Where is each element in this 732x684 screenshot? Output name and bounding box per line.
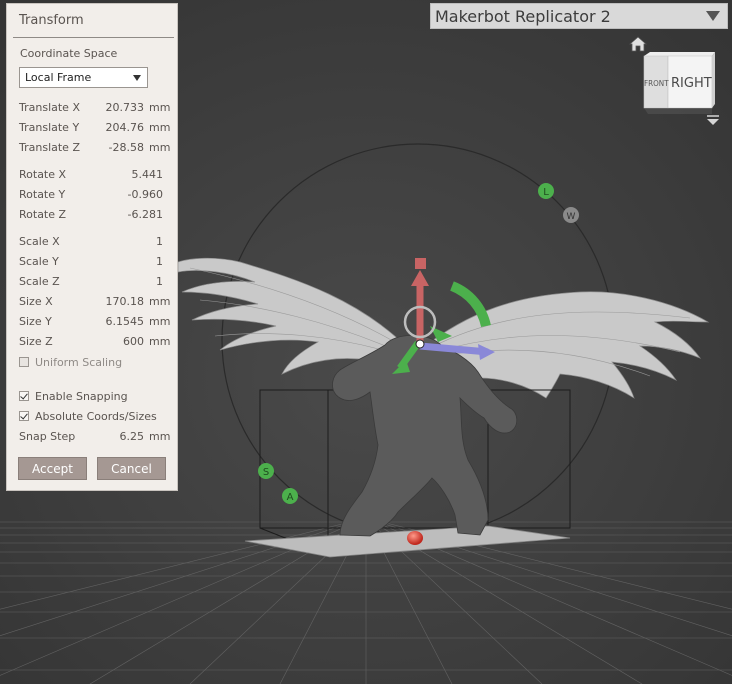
translate-z-field[interactable]: -28.58 bbox=[109, 141, 144, 154]
gizmo-handle-w[interactable]: W bbox=[563, 207, 579, 223]
size-z-field[interactable]: 600 bbox=[123, 335, 144, 348]
printer-select-value: Makerbot Replicator 2 bbox=[435, 6, 611, 26]
size-y-field[interactable]: 6.1545 bbox=[106, 315, 145, 328]
snap-step-unit: mm bbox=[149, 430, 171, 443]
coordinate-space-label: Coordinate Space bbox=[20, 47, 118, 60]
rotate-z-field[interactable]: -6.281 bbox=[128, 208, 163, 221]
gizmo-handle-s[interactable]: S bbox=[258, 463, 274, 479]
size-y-unit: mm bbox=[149, 315, 171, 328]
translate-x-label: Translate X bbox=[19, 101, 80, 114]
enable-snapping-checkbox[interactable]: Enable Snapping bbox=[19, 390, 179, 406]
rotate-y-field[interactable]: -0.960 bbox=[128, 188, 163, 201]
rotate-x-row: Rotate X 5.441 bbox=[19, 168, 169, 184]
panel-title: Transform bbox=[19, 13, 84, 28]
coordinate-space-select[interactable]: Local Frame bbox=[19, 67, 148, 88]
size-z-unit: mm bbox=[149, 335, 171, 348]
size-x-row: Size X 170.18 mm bbox=[19, 295, 171, 311]
coordinate-space-value: Local Frame bbox=[25, 71, 92, 84]
scale-x-label: Scale X bbox=[19, 235, 60, 248]
view-cube-right-label: RIGHT bbox=[671, 76, 712, 91]
view-cube[interactable]: FRONT RIGHT bbox=[640, 52, 718, 118]
translate-y-field[interactable]: 204.76 bbox=[106, 121, 145, 134]
rotate-z-label: Rotate Z bbox=[19, 208, 67, 221]
cancel-button[interactable]: Cancel bbox=[97, 457, 166, 480]
scale-z-label: Scale Z bbox=[19, 275, 60, 288]
size-z-label: Size Z bbox=[19, 335, 53, 348]
size-x-field[interactable]: 170.18 bbox=[106, 295, 145, 308]
accept-button[interactable]: Accept bbox=[18, 457, 87, 480]
view-cube-menu-icon[interactable] bbox=[706, 114, 720, 126]
translate-x-row: Translate X 20.733 mm bbox=[19, 101, 171, 117]
scale-y-field[interactable]: 1 bbox=[156, 255, 163, 268]
view-cube-front-label: FRONT bbox=[644, 79, 669, 88]
translate-y-label: Translate Y bbox=[19, 121, 80, 134]
transform-panel: Transform Coordinate Space Local Frame T… bbox=[6, 3, 178, 491]
size-y-row: Size Y 6.1545 mm bbox=[19, 315, 171, 331]
chevron-down-icon bbox=[133, 74, 141, 81]
scale-x-row: Scale X 1 bbox=[19, 235, 169, 251]
title-divider bbox=[13, 37, 174, 38]
translate-y-unit: mm bbox=[149, 121, 171, 134]
gizmo-handle-a[interactable]: A bbox=[282, 488, 298, 504]
size-z-row: Size Z 600 mm bbox=[19, 335, 171, 351]
translate-z-label: Translate Z bbox=[19, 141, 80, 154]
translate-z-row: Translate Z -28.58 mm bbox=[19, 141, 171, 157]
rotate-y-label: Rotate Y bbox=[19, 188, 66, 201]
translate-x-field[interactable]: 20.733 bbox=[106, 101, 145, 114]
size-x-label: Size X bbox=[19, 295, 53, 308]
translate-y-row: Translate Y 204.76 mm bbox=[19, 121, 171, 137]
scale-y-row: Scale Y 1 bbox=[19, 255, 169, 271]
scale-z-row: Scale Z 1 bbox=[19, 275, 169, 291]
scale-y-label: Scale Y bbox=[19, 255, 59, 268]
uniform-scaling-label: Uniform Scaling bbox=[35, 356, 123, 369]
absolute-coords-box[interactable] bbox=[19, 411, 29, 421]
rotate-z-row: Rotate Z -6.281 bbox=[19, 208, 169, 224]
rotate-y-row: Rotate Y -0.960 bbox=[19, 188, 169, 204]
svg-text:A: A bbox=[287, 492, 294, 503]
absolute-coords-checkbox[interactable]: Absolute Coords/Sizes bbox=[19, 410, 179, 426]
printer-select[interactable]: Makerbot Replicator 2 bbox=[430, 3, 728, 29]
uniform-scaling-box[interactable] bbox=[19, 357, 29, 367]
chevron-down-icon bbox=[706, 11, 720, 21]
scale-x-field[interactable]: 1 bbox=[156, 235, 163, 248]
scale-z-field[interactable]: 1 bbox=[156, 275, 163, 288]
snap-step-row: Snap Step 6.25 mm bbox=[19, 430, 171, 446]
uniform-scaling-checkbox[interactable]: Uniform Scaling bbox=[19, 356, 179, 372]
rotate-x-label: Rotate X bbox=[19, 168, 67, 181]
enable-snapping-label: Enable Snapping bbox=[35, 390, 128, 403]
snap-step-field[interactable]: 6.25 bbox=[120, 430, 145, 443]
gizmo-handle-l[interactable]: L bbox=[538, 183, 554, 199]
svg-text:L: L bbox=[543, 187, 549, 198]
build-origin-marker bbox=[407, 531, 423, 545]
absolute-coords-label: Absolute Coords/Sizes bbox=[35, 410, 157, 423]
svg-text:W: W bbox=[567, 212, 576, 222]
home-icon[interactable] bbox=[629, 36, 647, 52]
enable-snapping-box[interactable] bbox=[19, 391, 29, 401]
size-x-unit: mm bbox=[149, 295, 171, 308]
svg-text:S: S bbox=[263, 467, 269, 478]
size-y-label: Size Y bbox=[19, 315, 52, 328]
snap-step-label: Snap Step bbox=[19, 430, 76, 443]
rotate-x-field[interactable]: 5.441 bbox=[132, 168, 164, 181]
translate-z-unit: mm bbox=[149, 141, 171, 154]
translate-x-unit: mm bbox=[149, 101, 171, 114]
